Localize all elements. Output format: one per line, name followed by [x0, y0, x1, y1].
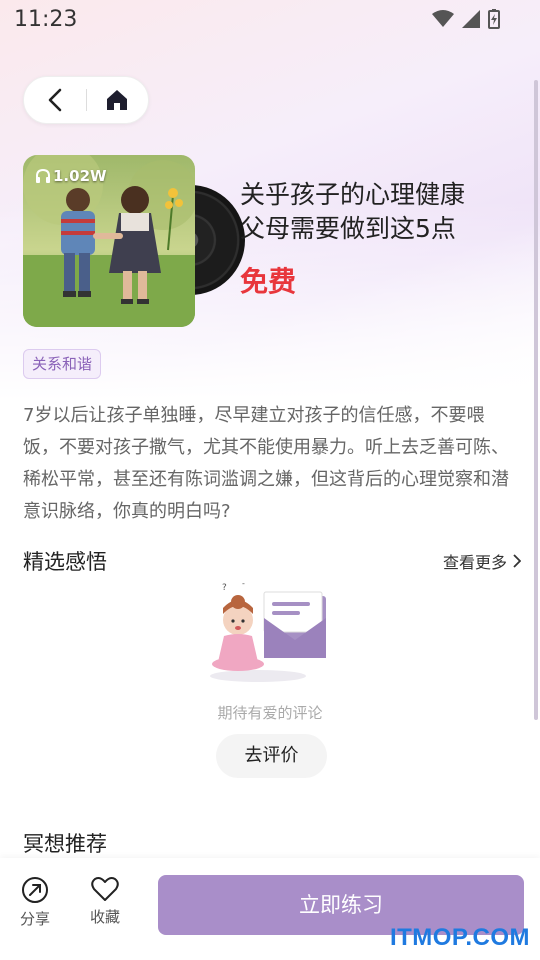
share-label: 分享 — [19, 910, 50, 928]
svg-text:-: - — [242, 579, 245, 588]
course-title-line2: 父母需要做到这5点 — [240, 214, 456, 243]
nav-pill — [23, 76, 149, 124]
see-more-label: 查看更多 — [442, 553, 507, 572]
play-count-value: 1.02W — [53, 167, 107, 185]
home-button[interactable] — [86, 76, 148, 124]
scrollbar[interactable] — [534, 80, 538, 720]
reviews-title: 精选感悟 — [23, 550, 107, 574]
svg-text:?: ? — [222, 583, 227, 593]
play-count: 1.02W — [35, 167, 107, 185]
wifi-icon — [432, 10, 454, 27]
battery-icon — [488, 9, 500, 29]
cover-image: 1.02W — [23, 155, 195, 327]
album-cover[interactable]: 1.02W — [23, 155, 245, 327]
favorite-button[interactable]: 收藏 — [85, 876, 125, 927]
home-icon — [107, 90, 128, 110]
course-description: 7岁以后让孩子单独睡，尽早建立对孩子的信任感，不要喂饭，不要对孩子撒气，尤其不能… — [23, 405, 509, 522]
chevron-right-icon — [513, 554, 521, 568]
back-button[interactable] — [24, 76, 86, 124]
reviews-header: 精选感悟 查看更多 — [23, 546, 521, 576]
share-icon — [22, 877, 48, 903]
status-bar: 11:23 — [0, 0, 540, 38]
category-tag[interactable]: 关系和谐 — [23, 349, 102, 379]
see-more-link[interactable]: 查看更多 — [443, 549, 521, 573]
favorite-label: 收藏 — [89, 908, 120, 926]
signal-icon — [462, 10, 480, 28]
price-label: 免费 — [240, 265, 297, 298]
share-button[interactable]: 分享 — [15, 876, 55, 929]
empty-reviews-text: 期待有爱的评论 — [217, 704, 323, 722]
headphones-icon — [36, 168, 50, 183]
empty-reviews-illustration: ? - — [210, 579, 326, 682]
watermark-logo: ITMOP.COM — [389, 924, 530, 951]
status-time: 11:23 — [14, 6, 78, 32]
status-icons — [432, 9, 500, 29]
title-block: 关乎孩子的心理健康 父母需要做到这5点 免费 — [240, 178, 520, 300]
course-title-line1: 关乎孩子的心理健康 — [240, 180, 466, 209]
chevron-left-icon — [48, 88, 62, 112]
write-review-button[interactable]: 去评价 — [216, 734, 327, 778]
meditation-recommend-title: 冥想推荐 — [23, 832, 107, 856]
heart-icon — [91, 877, 119, 901]
